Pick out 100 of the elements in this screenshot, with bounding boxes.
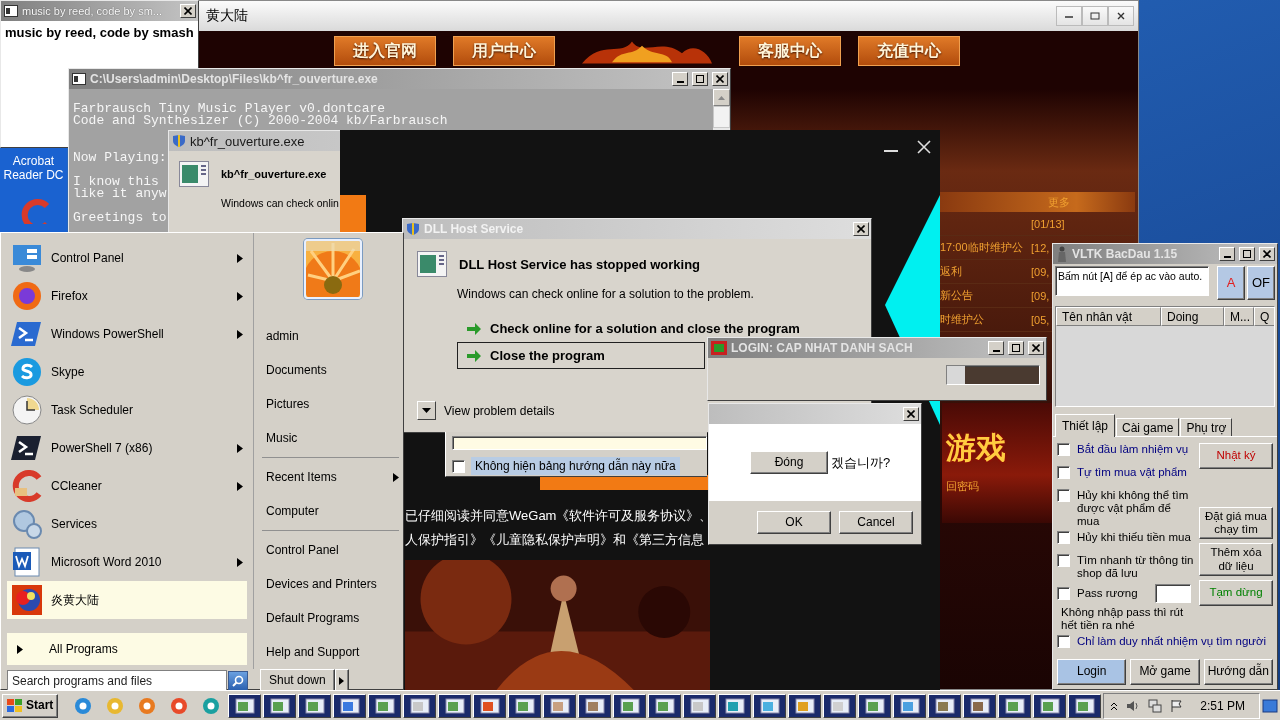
checkbox[interactable] [1057, 554, 1070, 567]
nav-button[interactable]: 充值中心 [858, 36, 960, 66]
taskbar-button[interactable] [753, 693, 787, 718]
close-button[interactable] [1108, 6, 1134, 26]
command-link[interactable]: Close the program [457, 342, 705, 369]
tab[interactable]: Thiết lập [1055, 414, 1116, 437]
column-header[interactable]: M... [1224, 307, 1254, 326]
menu-item[interactable]: Pictures [258, 387, 399, 421]
news-title[interactable]: 17:00临时维护公 [940, 240, 1031, 255]
taskbar-button[interactable] [1033, 693, 1067, 718]
checkbox[interactable] [1057, 531, 1070, 544]
close-dialog-button[interactable]: Đóng [750, 451, 828, 474]
taskbar-button[interactable] [1068, 693, 1102, 718]
checkbox[interactable] [1057, 586, 1070, 600]
taskbar-button[interactable] [858, 693, 892, 718]
menu-label: Computer [266, 504, 320, 518]
taskbar-button[interactable] [823, 693, 857, 718]
scrollbar-thumb[interactable] [713, 106, 730, 128]
start-button[interactable]: Start [2, 693, 59, 718]
menu-item[interactable]: Computer [258, 494, 399, 528]
taskbar-button[interactable] [788, 693, 822, 718]
taskbar-button[interactable] [333, 693, 367, 718]
checkbox[interactable] [452, 459, 465, 473]
program-item[interactable]: PowerShell 7 (x86) [7, 429, 247, 467]
column-header[interactable]: Doing [1161, 307, 1224, 326]
taskbar-button[interactable] [998, 693, 1032, 718]
password-link[interactable]: 回密码 [946, 479, 979, 494]
search-button[interactable] [228, 671, 248, 691]
taskbar-button[interactable] [928, 693, 962, 718]
taskbar-button[interactable] [508, 693, 542, 718]
taskbar-button[interactable] [648, 693, 682, 718]
column-header[interactable]: Tên nhân vật [1056, 307, 1161, 326]
taskbar-button[interactable] [263, 693, 297, 718]
action-button[interactable]: Nhật ký [1199, 443, 1273, 469]
nav-button[interactable]: 进入官网 [334, 36, 436, 66]
checkbox-label: Không hiện bảng hướng dẫn này nữa [471, 457, 680, 475]
shutdown-button[interactable]: Shut down [260, 669, 335, 693]
menu-item[interactable]: Default Programs [258, 601, 399, 635]
taskbar-button[interactable] [473, 693, 507, 718]
taskbar-button[interactable] [403, 693, 437, 718]
news-title[interactable]: 时维护公 [940, 312, 1031, 327]
window-icon [549, 697, 570, 714]
taskbar-button[interactable] [543, 693, 577, 718]
taskbar-button[interactable] [963, 693, 997, 718]
menu-item[interactable]: Music [258, 421, 399, 455]
command-link[interactable]: Check online for a solution and close the program [457, 315, 809, 342]
menu-item[interactable]: Devices and Printers [258, 567, 399, 601]
toggle-button[interactable]: OF [1247, 266, 1275, 300]
menu-item[interactable]: Help and Support [258, 635, 399, 669]
desktop-icon[interactable]: Acrobat Reader DC [0, 148, 67, 232]
taskbar-button[interactable] [613, 693, 647, 718]
action-button[interactable]: Đặt giá mua chạy tìm [1199, 507, 1273, 540]
program-item[interactable]: Task Scheduler [7, 391, 247, 429]
search-field[interactable]: Search programs and files [7, 670, 227, 692]
action-button[interactable]: Thêm xóa dữ liệu [1199, 543, 1273, 576]
dialog-button[interactable]: Cancel [839, 511, 913, 534]
password-field[interactable] [1154, 583, 1191, 603]
program-item[interactable]: Firefox [7, 277, 247, 315]
show-desktop-icon[interactable] [1262, 698, 1279, 713]
checkbox[interactable] [1057, 443, 1070, 456]
nav-button[interactable]: 用户中心 [453, 36, 555, 66]
taskbar-button[interactable] [228, 693, 262, 718]
program-item[interactable]: Skype [7, 353, 247, 391]
menu-item[interactable]: Documents [258, 353, 399, 387]
taskbar-button[interactable] [578, 693, 612, 718]
taskbar-button[interactable] [893, 693, 927, 718]
column-header[interactable]: Q [1254, 307, 1274, 326]
app-icon [711, 341, 727, 355]
details-label[interactable]: View problem details [444, 403, 555, 418]
menu-item[interactable]: Recent Items [258, 460, 399, 494]
taskbar-button[interactable] [683, 693, 717, 718]
checkbox[interactable] [1057, 489, 1070, 502]
all-programs-item[interactable]: All Programs [7, 633, 247, 665]
tab[interactable]: Cài game [1116, 418, 1180, 436]
text-field[interactable] [452, 436, 707, 450]
expand-button[interactable] [417, 401, 436, 420]
menu-item[interactable]: admin [258, 319, 399, 353]
program-item[interactable]: Services [7, 505, 247, 543]
nav-button[interactable]: 客服中心 [739, 36, 841, 66]
program-item[interactable]: CCleaner [7, 467, 247, 505]
taskbar-button[interactable] [298, 693, 332, 718]
checkbox[interactable] [1057, 635, 1070, 648]
scroll-up-button[interactable] [713, 89, 730, 106]
program-item[interactable]: 炎黄大陆 [7, 581, 247, 619]
program-item[interactable]: Microsoft Word 2010 [7, 543, 247, 581]
program-item[interactable]: Windows PowerShell [7, 315, 247, 353]
news-title[interactable]: 新公告 [940, 288, 1031, 303]
taskbar-button[interactable] [368, 693, 402, 718]
news-title[interactable]: 返利 [940, 264, 1031, 279]
menu-item[interactable]: Control Panel [258, 533, 399, 567]
action-button[interactable]: Mở game [1130, 659, 1200, 685]
action-button[interactable]: Hướng dẫn [1203, 659, 1273, 685]
action-button[interactable]: Login [1057, 659, 1127, 685]
tab[interactable]: Phụ trợ [1180, 418, 1233, 436]
dialog-button[interactable]: OK [757, 511, 831, 534]
taskbar-button[interactable] [438, 693, 472, 718]
taskbar-button[interactable] [718, 693, 752, 718]
program-item[interactable]: Control Panel [7, 239, 247, 277]
checkbox[interactable] [1057, 466, 1070, 479]
close-icon [1032, 344, 1040, 352]
